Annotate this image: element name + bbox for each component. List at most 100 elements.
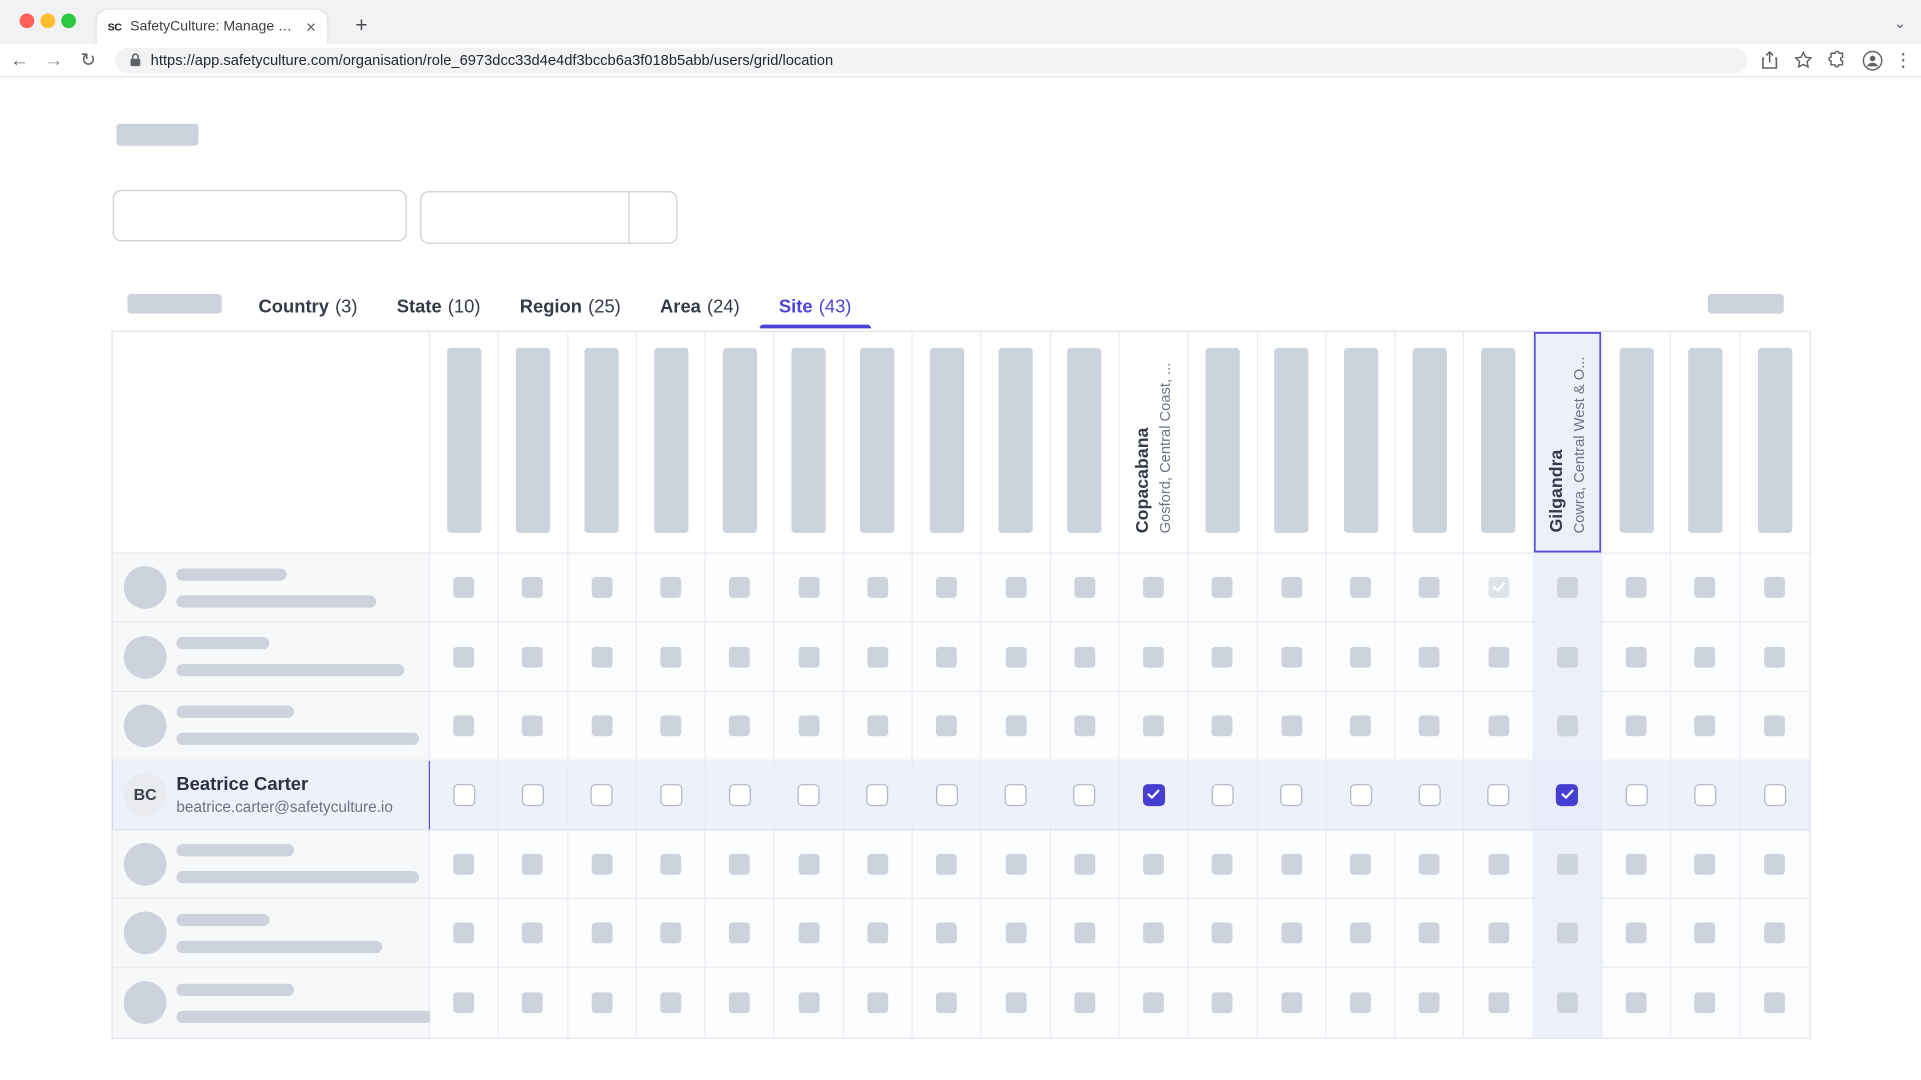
grid-cell[interactable] — [1051, 761, 1120, 829]
close-window-button[interactable] — [20, 13, 35, 28]
browser-tab[interactable]: SC SafetyCulture: Manage Teams and ... × — [96, 9, 329, 45]
skeleton-checkbox — [453, 715, 474, 736]
user-cell — [113, 830, 430, 898]
column-header-skeleton-bar — [1481, 348, 1515, 533]
checkbox-unchecked[interactable] — [1418, 784, 1440, 806]
user-cell — [113, 692, 430, 760]
grid-cell[interactable] — [844, 761, 913, 829]
skeleton-checkbox — [1764, 577, 1785, 598]
grid-cell[interactable] — [1465, 761, 1534, 829]
column-header-skeleton-bar — [1412, 348, 1446, 533]
filter-input[interactable] — [421, 192, 628, 242]
checkbox-unchecked[interactable] — [1625, 784, 1647, 806]
grid-cell[interactable] — [637, 761, 706, 829]
grid-cell — [775, 554, 844, 622]
checkbox-unchecked[interactable] — [729, 784, 751, 806]
grid-cell — [1602, 830, 1671, 898]
grid-cell — [1465, 899, 1534, 967]
share-icon[interactable] — [1757, 48, 1782, 73]
column-site-subtitle: Cowra, Central West & O... — [1570, 356, 1587, 533]
grid-cell — [1465, 692, 1534, 760]
bookmark-star-icon[interactable] — [1791, 48, 1816, 73]
new-tab-button[interactable]: + — [345, 10, 377, 42]
checkbox-unchecked[interactable] — [1764, 784, 1786, 806]
tab-state[interactable]: State (10) — [377, 285, 500, 328]
grid-cell[interactable] — [499, 761, 568, 829]
maximize-window-button[interactable] — [61, 13, 76, 28]
skeleton-checkbox — [1419, 646, 1440, 667]
grid-cell[interactable] — [1396, 761, 1465, 829]
tab-area[interactable]: Area (24) — [640, 285, 759, 328]
grid-cell — [982, 968, 1051, 1037]
checkbox-unchecked[interactable] — [660, 784, 682, 806]
close-tab-icon[interactable]: × — [306, 18, 316, 35]
checkbox-unchecked[interactable] — [867, 784, 889, 806]
grid-cell — [1465, 623, 1534, 691]
skeleton-checkbox — [453, 923, 474, 944]
grid-cell[interactable] — [1602, 761, 1671, 829]
checkbox-unchecked[interactable] — [522, 784, 544, 806]
grid-cell[interactable] — [568, 761, 637, 829]
tab-region[interactable]: Region (25) — [500, 285, 640, 328]
checkbox-unchecked[interactable] — [453, 784, 475, 806]
grid-cell[interactable] — [913, 761, 982, 829]
checkbox-checked[interactable] — [1556, 784, 1578, 806]
extensions-puzzle-icon[interactable] — [1825, 48, 1850, 73]
grid-cell[interactable] — [1534, 761, 1603, 829]
grid-cell[interactable] — [1258, 761, 1327, 829]
grid-cell[interactable] — [1120, 761, 1189, 829]
checkbox-unchecked[interactable] — [591, 784, 613, 806]
checkbox-unchecked[interactable] — [1487, 784, 1509, 806]
grid-cell[interactable] — [1740, 761, 1809, 829]
forward-icon[interactable]: → — [39, 45, 68, 74]
user-cell[interactable]: BCBeatrice Carterbeatrice.carter@safetyc… — [113, 761, 430, 829]
checkbox-unchecked[interactable] — [1280, 784, 1302, 806]
checkbox-unchecked[interactable] — [798, 784, 820, 806]
skeleton-checkbox — [1695, 577, 1716, 598]
skeleton-checkbox — [1005, 715, 1026, 736]
checkbox-unchecked[interactable] — [1005, 784, 1027, 806]
user-info-skeleton — [176, 844, 419, 883]
filter-dropdown-button[interactable] — [628, 192, 676, 242]
grid-cell[interactable] — [1189, 761, 1258, 829]
browser-menu-icon[interactable]: ⋮ — [1894, 49, 1912, 71]
skeleton-checkbox — [729, 577, 750, 598]
browser-address-bar: ← → ↻ https://app.safetyculture.com/orga… — [0, 44, 1921, 77]
column-header-skeleton — [1465, 332, 1534, 553]
column-header-copacabana[interactable]: CopacabanaGosford, Central Coast, ... — [1120, 332, 1189, 553]
chevron-down-icon[interactable]: ⌄ — [1889, 12, 1911, 34]
reload-icon[interactable]: ↻ — [74, 45, 103, 74]
skeleton-checkbox — [453, 577, 474, 598]
grid-cell[interactable] — [775, 761, 844, 829]
column-header-skeleton-bar — [998, 348, 1032, 533]
grid-cell[interactable] — [982, 761, 1051, 829]
grid-cell — [1396, 692, 1465, 760]
url-bar[interactable]: https://app.safetyculture.com/organisati… — [115, 47, 1747, 73]
checkbox-unchecked[interactable] — [1349, 784, 1371, 806]
tab-site[interactable]: Site (43) — [759, 285, 871, 328]
user-info-skeleton — [176, 568, 376, 607]
checkbox-unchecked[interactable] — [1212, 784, 1234, 806]
skeleton-checkbox — [1626, 577, 1647, 598]
checkbox-unchecked[interactable] — [936, 784, 958, 806]
grid-cell[interactable] — [706, 761, 775, 829]
skeleton-checkbox — [453, 854, 474, 875]
grid-cell[interactable] — [1671, 761, 1740, 829]
minimize-window-button[interactable] — [40, 13, 55, 28]
grid-cell — [844, 830, 913, 898]
checkbox-unchecked[interactable] — [1694, 784, 1716, 806]
profile-avatar-icon[interactable] — [1860, 48, 1885, 73]
checkbox-checked[interactable] — [1143, 784, 1165, 806]
tab-country[interactable]: Country (3) — [239, 285, 377, 328]
skeleton-checkbox — [729, 854, 750, 875]
skeleton-checkbox — [798, 854, 819, 875]
skeleton-checkbox — [1764, 992, 1785, 1013]
search-input[interactable] — [113, 190, 407, 241]
grid-cell[interactable] — [1327, 761, 1396, 829]
back-icon[interactable]: ← — [5, 45, 34, 74]
column-header-gilgandra[interactable]: GilgandraCowra, Central West & O... — [1534, 332, 1603, 553]
grid-cell[interactable] — [430, 761, 499, 829]
skeleton-checkbox — [1419, 992, 1440, 1013]
grid-cell — [1327, 968, 1396, 1037]
checkbox-unchecked[interactable] — [1074, 784, 1096, 806]
